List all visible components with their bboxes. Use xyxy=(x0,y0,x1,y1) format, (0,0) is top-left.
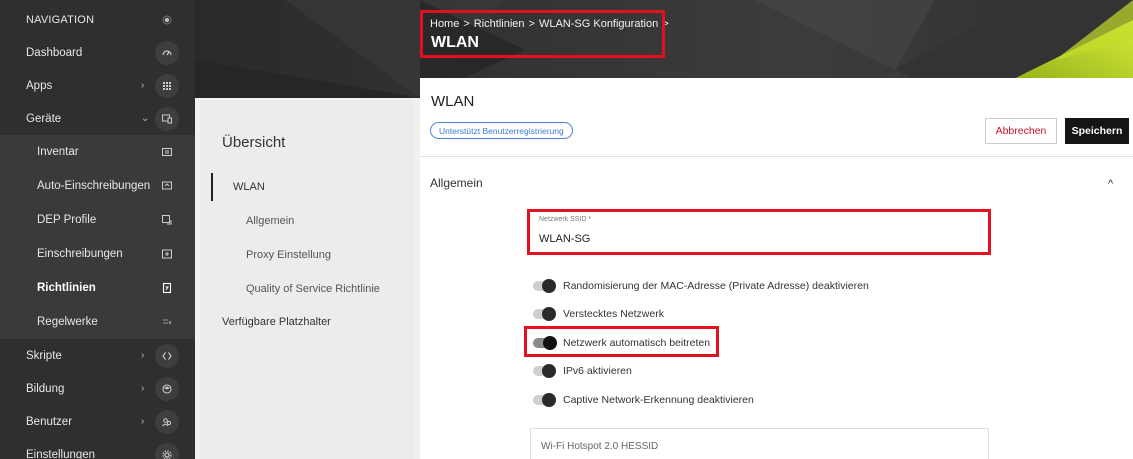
chevron-right-icon: › xyxy=(141,80,145,91)
nav-item-regelwerke[interactable]: Regelwerke xyxy=(0,305,195,339)
users-icon xyxy=(155,409,179,434)
overview-item-qos[interactable]: Quality of Service Richtlinie xyxy=(246,283,380,295)
chevron-right-icon: › xyxy=(141,350,145,361)
gear-icon xyxy=(155,442,179,459)
section-title-allgemein[interactable]: Allgemein xyxy=(430,176,483,190)
chevron-up-icon[interactable]: ^ xyxy=(1108,178,1113,190)
overview-item-allgemein[interactable]: Allgemein xyxy=(246,215,294,227)
toggle-label: Netzwerk automatisch beitreten xyxy=(563,337,711,349)
toggle-row-hidden-network[interactable]: Verstecktes Netzwerk xyxy=(533,305,664,323)
nav-item-label: Benutzer xyxy=(26,415,73,428)
code-icon xyxy=(155,343,179,368)
overview-item-wlan[interactable]: WLAN xyxy=(233,181,265,193)
nav-item-label: Apps xyxy=(26,79,53,92)
nav-item-benutzer[interactable]: Benutzer › xyxy=(0,405,195,438)
nav-item-label: DEP Profile xyxy=(37,214,97,226)
nav-item-richtlinien[interactable]: Richtlinien xyxy=(0,271,195,305)
save-button[interactable]: Speichern xyxy=(1065,118,1129,144)
breadcrumb-separator: > xyxy=(463,18,470,30)
overview-item-proxy[interactable]: Proxy Einstellung xyxy=(246,249,331,261)
page-title: WLAN xyxy=(431,34,479,51)
nav-item-inventar[interactable]: Inventar xyxy=(0,135,195,169)
toggle-switch[interactable] xyxy=(533,307,556,321)
gauge-icon xyxy=(155,40,179,65)
overview-title: Übersicht xyxy=(222,134,286,151)
nav-item-label: Einschreibungen xyxy=(37,248,123,260)
nav-item-auto-einschreibungen[interactable]: Auto-Einschreibungen xyxy=(0,169,195,203)
breadcrumb: Home > Richtlinien > WLAN-SG Konfigurati… xyxy=(430,18,669,30)
navigation-header-label: NAVIGATION xyxy=(26,14,95,26)
dep-icon xyxy=(155,208,179,232)
nav-item-label: Dashboard xyxy=(26,46,83,59)
toggle-label: Verstecktes Netzwerk xyxy=(563,308,664,320)
nav-item-bildung[interactable]: Bildung › xyxy=(0,372,195,405)
overview-active-indicator xyxy=(211,173,213,201)
rules-icon xyxy=(155,310,179,334)
graduation-icon xyxy=(155,376,179,401)
nav-item-label: Richtlinien xyxy=(37,282,96,294)
ssid-field[interactable] xyxy=(530,212,988,254)
toggle-row-auto-join[interactable]: Netzwerk automatisch beitreten xyxy=(533,334,710,352)
devices-icon xyxy=(155,106,179,131)
nav-item-skripte[interactable]: Skripte › xyxy=(0,339,195,372)
chevron-right-icon: › xyxy=(141,383,145,394)
nav-item-apps[interactable]: Apps › xyxy=(0,69,195,102)
cancel-button[interactable]: Abbrechen xyxy=(985,118,1057,144)
panel-title: WLAN xyxy=(431,93,475,110)
pin-icon[interactable] xyxy=(160,13,174,27)
nav-item-label: Geräte xyxy=(26,112,62,125)
nav-item-label: Regelwerke xyxy=(37,316,98,328)
breadcrumb-separator: > xyxy=(528,18,535,30)
auto-enroll-icon xyxy=(155,174,179,198)
enroll-icon xyxy=(155,242,179,266)
navigation-sidebar: NAVIGATION Dashboard Apps › Geräte ⌄ Inv… xyxy=(0,0,195,459)
toggle-label: Captive Network-Erkennung deaktivieren xyxy=(563,394,754,406)
chevron-down-icon: ⌄ xyxy=(141,113,150,124)
toggle-label: IPv6 aktivieren xyxy=(563,365,632,377)
toggle-label: Randomisierung der MAC-Adresse (Private … xyxy=(563,280,869,292)
breadcrumb-home[interactable]: Home xyxy=(430,18,459,30)
nav-item-label: Auto-Einschreibungen xyxy=(37,180,151,192)
ssid-field-label: Netzwerk SSID * xyxy=(539,216,592,223)
nav-item-label: Skripte xyxy=(26,349,62,362)
overview-panel xyxy=(200,100,415,459)
overview-item-platzhalter[interactable]: Verfügbare Platzhalter xyxy=(222,316,331,328)
nav-item-label: Inventar xyxy=(37,146,79,158)
navigation-header: NAVIGATION xyxy=(0,8,195,32)
toggle-switch[interactable] xyxy=(533,279,556,293)
nav-item-dep-profile[interactable]: DEP Profile xyxy=(0,203,195,237)
policy-icon xyxy=(155,276,179,300)
toggle-switch[interactable] xyxy=(533,336,557,350)
nav-item-einstellungen[interactable]: Einstellungen xyxy=(0,438,195,459)
chevron-right-icon: › xyxy=(141,416,145,427)
breadcrumb-wlan-sg-konfiguration[interactable]: WLAN-SG Konfiguration xyxy=(539,18,658,30)
user-enrollment-badge: Unterstützt Benutzerregistrierung xyxy=(430,122,573,139)
toggle-switch[interactable] xyxy=(533,393,556,407)
breadcrumb-separator: > xyxy=(662,18,669,30)
divider xyxy=(420,156,1133,157)
nav-item-einschreibungen[interactable]: Einschreibungen xyxy=(0,237,195,271)
toggle-switch[interactable] xyxy=(533,364,556,378)
nav-item-label: Bildung xyxy=(26,382,65,395)
nav-item-geraete[interactable]: Geräte ⌄ xyxy=(0,102,195,135)
inventory-icon xyxy=(155,140,179,164)
toggle-row-captive-network[interactable]: Captive Network-Erkennung deaktivieren xyxy=(533,391,754,409)
grid-icon xyxy=(155,73,179,98)
nav-item-label: Einstellungen xyxy=(26,448,96,459)
nav-item-dashboard[interactable]: Dashboard xyxy=(0,36,195,69)
toggle-row-ipv6[interactable]: IPv6 aktivieren xyxy=(533,362,632,380)
ssid-field-value[interactable]: WLAN-SG xyxy=(539,233,590,245)
breadcrumb-richtlinien[interactable]: Richtlinien xyxy=(474,18,525,30)
toggle-row-mac-randomization[interactable]: Randomisierung der MAC-Adresse (Private … xyxy=(533,277,869,295)
hotspot-hessid-label: Wi-Fi Hotspot 2.0 HESSID xyxy=(541,441,659,452)
